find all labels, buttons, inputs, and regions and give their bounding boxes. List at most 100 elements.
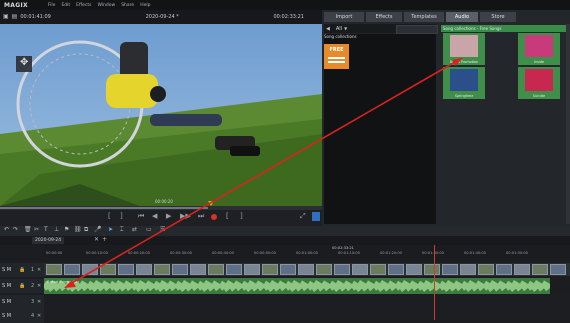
video-clip-thumbnail[interactable] bbox=[136, 264, 152, 275]
video-clip-thumbnail[interactable] bbox=[478, 264, 494, 275]
video-clip-thumbnail[interactable] bbox=[226, 264, 242, 275]
record-button[interactable] bbox=[211, 214, 217, 220]
search-input[interactable] bbox=[396, 25, 438, 34]
tab-audio[interactable]: Audio bbox=[446, 12, 478, 22]
video-clip-thumbnail[interactable] bbox=[154, 264, 170, 275]
track-solo-mute[interactable]: S M bbox=[2, 283, 11, 289]
video-clip-thumbnail[interactable] bbox=[496, 264, 512, 275]
next-marker-icon[interactable]: ⏭ bbox=[198, 212, 204, 221]
delete-icon[interactable]: 🗑 bbox=[24, 226, 32, 233]
open-folder-icon[interactable]: ▣ bbox=[3, 14, 9, 20]
edit-mode-icon[interactable]: ⌶ bbox=[120, 226, 124, 234]
chevron-down-icon[interactable]: ▼ bbox=[344, 26, 347, 32]
video-clip-thumbnail[interactable] bbox=[64, 264, 80, 275]
transition-icon[interactable]: ⧉ bbox=[84, 226, 88, 234]
song-tile-3[interactable]: Suicide bbox=[518, 67, 560, 99]
menu-file[interactable]: File bbox=[48, 3, 56, 8]
mic-icon[interactable]: 🎤 bbox=[94, 226, 101, 233]
track-lock-icon[interactable]: 🔒 bbox=[19, 283, 25, 289]
panel-scrollbar[interactable] bbox=[566, 24, 570, 224]
library-filter[interactable]: All bbox=[336, 26, 342, 32]
pointer-icon[interactable]: ➤ bbox=[108, 226, 113, 233]
video-clip-thumbnail[interactable] bbox=[118, 264, 134, 275]
timeline-tab-project[interactable]: 2020-09-24 bbox=[32, 237, 65, 244]
video-clip-thumbnail[interactable] bbox=[424, 264, 440, 275]
video-clip-thumbnail[interactable] bbox=[370, 264, 386, 275]
video-clip-thumbnail[interactable] bbox=[532, 264, 548, 275]
video-clip-thumbnail[interactable] bbox=[550, 264, 566, 275]
menu-effects[interactable]: Effects bbox=[76, 3, 91, 8]
video-preview[interactable]: ✥ bbox=[0, 24, 322, 206]
track-menu-icon[interactable]: ✕ bbox=[37, 283, 41, 289]
fullscreen-icon[interactable]: ⤢ bbox=[300, 212, 306, 221]
menu-help[interactable]: Help bbox=[140, 3, 150, 8]
mark-in-icon[interactable]: [ bbox=[108, 212, 111, 220]
song-tile-0[interactable]: Brand Promotion bbox=[443, 33, 485, 65]
export-icon[interactable] bbox=[312, 212, 320, 221]
tab-templates[interactable]: Templates bbox=[404, 12, 444, 22]
set-out-icon[interactable]: ] bbox=[240, 212, 243, 220]
video-clip-thumbnail[interactable] bbox=[316, 264, 332, 275]
split-icon[interactable]: ⊥ bbox=[54, 226, 59, 233]
tab-import[interactable]: Import bbox=[324, 12, 364, 22]
track-menu-icon[interactable]: ✕ bbox=[37, 299, 41, 305]
redo-icon[interactable]: ↷ bbox=[13, 226, 18, 233]
song-label-1: Inside bbox=[533, 60, 545, 64]
menu-window[interactable]: Window bbox=[97, 3, 115, 8]
group-icon[interactable]: ☰ bbox=[160, 226, 165, 233]
video-clip-thumbnail[interactable] bbox=[244, 264, 260, 275]
video-clip-thumbnail[interactable] bbox=[46, 264, 62, 275]
track-number: 3 bbox=[31, 299, 35, 305]
tab-effects[interactable]: Effects bbox=[366, 12, 402, 22]
video-clip-thumbnail[interactable] bbox=[172, 264, 188, 275]
track-lock-icon[interactable]: 🔒 bbox=[19, 267, 25, 273]
song-tile-1[interactable]: Inside bbox=[518, 33, 560, 65]
link-icon[interactable]: ⛓ bbox=[74, 226, 82, 233]
video-clip-thumbnail[interactable] bbox=[352, 264, 368, 275]
mark-out-icon[interactable]: ] bbox=[120, 212, 123, 220]
back-icon[interactable]: ◀ bbox=[326, 26, 330, 32]
track-solo-mute[interactable]: S M bbox=[2, 299, 11, 305]
undo-icon[interactable]: ↶ bbox=[4, 226, 9, 233]
mouse-mode-icon[interactable]: ⇄ bbox=[132, 226, 137, 233]
tab-store[interactable]: Store bbox=[480, 12, 516, 22]
video-clip-thumbnail[interactable] bbox=[100, 264, 116, 275]
marker-icon[interactable]: ⚑ bbox=[64, 226, 69, 233]
track-solo-mute[interactable]: S M bbox=[2, 313, 11, 319]
video-clip-thumbnail[interactable] bbox=[298, 264, 314, 275]
track-menu-icon[interactable]: ✕ bbox=[37, 313, 41, 319]
video-clip-thumbnail[interactable] bbox=[334, 264, 350, 275]
add-tab-icon[interactable]: + bbox=[102, 236, 107, 243]
video-clip-thumbnail[interactable] bbox=[442, 264, 458, 275]
timeline-playhead[interactable] bbox=[434, 245, 435, 320]
video-clip-thumbnail[interactable] bbox=[262, 264, 278, 275]
video-clip-thumbnail[interactable] bbox=[280, 264, 296, 275]
preview-playhead-marker[interactable] bbox=[208, 201, 214, 206]
set-in-icon[interactable]: [ bbox=[226, 212, 229, 220]
audio-clip[interactable] bbox=[44, 278, 550, 294]
move-handle-icon[interactable]: ✥ bbox=[20, 57, 28, 68]
track-solo-mute[interactable]: S M bbox=[2, 267, 11, 273]
video-clip-thumbnail[interactable] bbox=[406, 264, 422, 275]
video-clip-thumbnail[interactable] bbox=[190, 264, 206, 275]
cut-icon[interactable]: ✂ bbox=[34, 226, 39, 233]
save-icon[interactable]: ▤ bbox=[12, 14, 18, 20]
previous-marker-icon[interactable]: ⏮ bbox=[138, 212, 144, 221]
free-songs-tile[interactable]: FREE bbox=[324, 44, 349, 69]
play-icon[interactable]: ▶ bbox=[166, 212, 171, 220]
rewind-icon[interactable]: ◀ bbox=[152, 212, 157, 220]
close-tab-icon[interactable]: ✕ bbox=[94, 236, 99, 243]
video-clip-thumbnail[interactable] bbox=[460, 264, 476, 275]
song-tile-2[interactable]: Springtime bbox=[443, 67, 485, 99]
empty-tracks-area[interactable] bbox=[44, 294, 570, 320]
menu-edit[interactable]: Edit bbox=[61, 3, 70, 8]
fast-forward-icon[interactable]: ▶▶ bbox=[180, 212, 191, 220]
text-icon[interactable]: T bbox=[44, 226, 48, 233]
track-menu-icon[interactable]: ✕ bbox=[37, 267, 41, 273]
storyboard-icon[interactable]: ▭ bbox=[146, 226, 152, 233]
video-clip-thumbnail[interactable] bbox=[82, 264, 98, 275]
video-clip-thumbnail[interactable] bbox=[388, 264, 404, 275]
menu-share[interactable]: Share bbox=[121, 3, 134, 8]
video-clip-thumbnail[interactable] bbox=[208, 264, 224, 275]
video-clip-thumbnail[interactable] bbox=[514, 264, 530, 275]
